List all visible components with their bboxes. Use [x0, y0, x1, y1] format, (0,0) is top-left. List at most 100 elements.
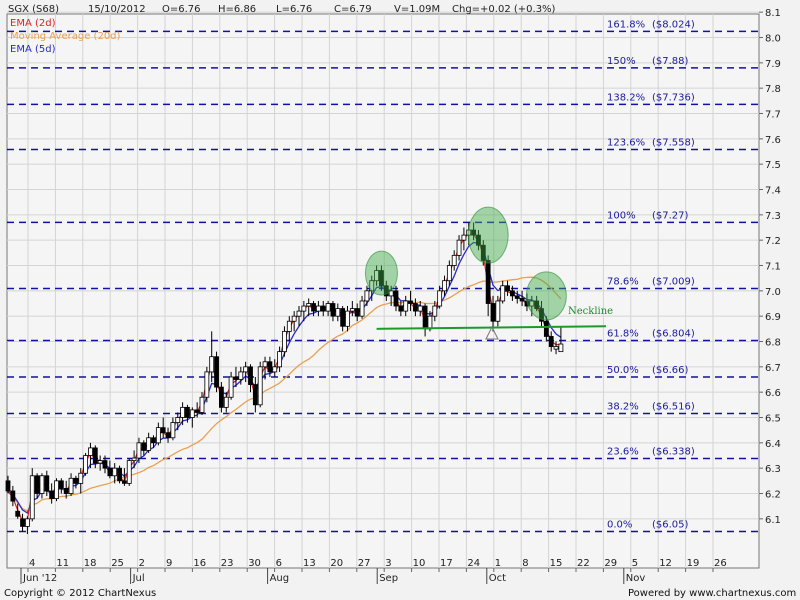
x-tick-label: 26	[714, 558, 727, 569]
fib-level-price: ($7.558)	[652, 137, 695, 148]
candle-body	[112, 467, 118, 477]
candle-body	[199, 396, 205, 413]
x-tick-label: 30	[248, 558, 261, 569]
candle-body	[272, 366, 278, 373]
candle-body	[461, 234, 467, 241]
candle-body	[155, 427, 161, 444]
candle-body	[102, 460, 108, 469]
candle-body	[107, 467, 113, 477]
fib-level-price: ($7.88)	[652, 56, 689, 67]
candle-body	[39, 475, 45, 494]
x-tick-label: 24	[467, 558, 480, 569]
candle-body	[83, 455, 88, 474]
candle-body	[34, 475, 40, 494]
legend-ema-5d: EMA (5d)	[10, 44, 56, 55]
candle-body	[29, 475, 35, 520]
x-tick-label: 22	[577, 558, 590, 569]
candle-body	[228, 376, 234, 398]
candle-body	[58, 480, 64, 489]
candle-body	[151, 437, 156, 444]
candle-body	[267, 361, 273, 373]
candle-body	[282, 330, 287, 353]
candle-body	[54, 480, 59, 499]
candle-body	[243, 366, 249, 373]
y-tick-label: 6.8	[765, 338, 781, 349]
candle-body	[49, 490, 55, 499]
y-tick-label: 7.1	[765, 262, 781, 273]
candle-body	[315, 305, 321, 312]
copyright-text: Copyright © 2012 ChartNexus	[4, 588, 156, 599]
x-tick-label: 29	[604, 558, 617, 569]
candle-body	[185, 406, 190, 418]
candle-body	[73, 477, 79, 484]
x-tick-label: 23	[221, 558, 234, 569]
candle-body	[160, 427, 166, 434]
candle-body	[485, 260, 491, 304]
candle-body	[301, 305, 307, 312]
candle-body	[78, 472, 84, 484]
y-tick-label: 6.7	[765, 363, 781, 374]
candle-body	[408, 300, 413, 304]
candle-body	[456, 239, 462, 256]
pattern-highlight-circle	[467, 206, 509, 264]
fib-level-price: ($6.05)	[652, 520, 689, 531]
y-tick-label: 6.9	[765, 312, 781, 323]
y-tick-label: 7.2	[765, 236, 781, 247]
candle-body	[214, 356, 219, 388]
x-tick-label: 18	[84, 558, 97, 569]
candle-body	[92, 447, 98, 464]
header-close: C=6.79	[334, 4, 372, 15]
pattern-highlight-circle	[364, 250, 398, 296]
candle-body	[170, 422, 176, 439]
candle-body	[291, 315, 297, 322]
candle-body	[432, 305, 438, 317]
fib-level-percent: 23.6%	[607, 447, 639, 458]
header-date: 15/10/2012	[88, 4, 146, 15]
candle-body	[311, 303, 316, 312]
candle-body	[349, 308, 355, 312]
candle-body	[218, 386, 224, 408]
candle-body	[131, 457, 137, 461]
header-symbol: SGX (S68)	[8, 4, 59, 15]
x-tick-label: 12	[659, 558, 672, 569]
candle-body	[548, 336, 554, 347]
candle-body	[141, 442, 147, 451]
fib-level-price: ($7.009)	[652, 277, 695, 288]
y-tick-label: 7.6	[765, 135, 781, 146]
x-month-label: Sep	[379, 573, 398, 584]
candle-body	[252, 384, 258, 406]
fib-level-price: ($7.27)	[652, 210, 689, 221]
y-tick-label: 6.5	[765, 414, 781, 425]
candle-body	[553, 346, 559, 350]
candle-body	[88, 447, 93, 456]
y-tick-label: 6.2	[765, 490, 781, 501]
y-tick-label: 7.4	[765, 186, 781, 197]
x-tick-label: 6	[276, 558, 282, 569]
x-tick-label: 19	[687, 558, 700, 569]
legend-ema-2d: EMA (2d)	[10, 18, 56, 29]
x-tick-label: 20	[330, 558, 343, 569]
x-tick-label: 2	[139, 558, 145, 569]
x-tick-label: 15	[550, 558, 563, 569]
candle-body	[364, 290, 370, 302]
candle-body	[63, 488, 69, 494]
candle-body	[519, 298, 525, 302]
legend-ma-20d: Moving Average (20d)	[10, 31, 121, 42]
candle-body	[514, 295, 520, 299]
candle-body	[403, 300, 409, 312]
candle-body	[490, 303, 496, 322]
fib-level-percent: 123.6%	[607, 137, 645, 148]
y-tick-label: 6.3	[765, 464, 781, 475]
candle-body	[194, 409, 200, 413]
powered-by-link[interactable]: Powered by www.chartnexus.com	[628, 588, 796, 599]
x-tick-label: 5	[632, 558, 638, 569]
y-tick-label: 7.8	[765, 84, 781, 95]
y-tick-label: 7.7	[765, 110, 781, 121]
candle-body	[393, 290, 399, 307]
candle-body	[417, 305, 423, 312]
candle-body	[325, 303, 331, 312]
x-tick-label: 9	[166, 558, 172, 569]
candle-body	[286, 320, 292, 332]
candle-body	[398, 305, 404, 312]
candle-body	[262, 361, 268, 368]
